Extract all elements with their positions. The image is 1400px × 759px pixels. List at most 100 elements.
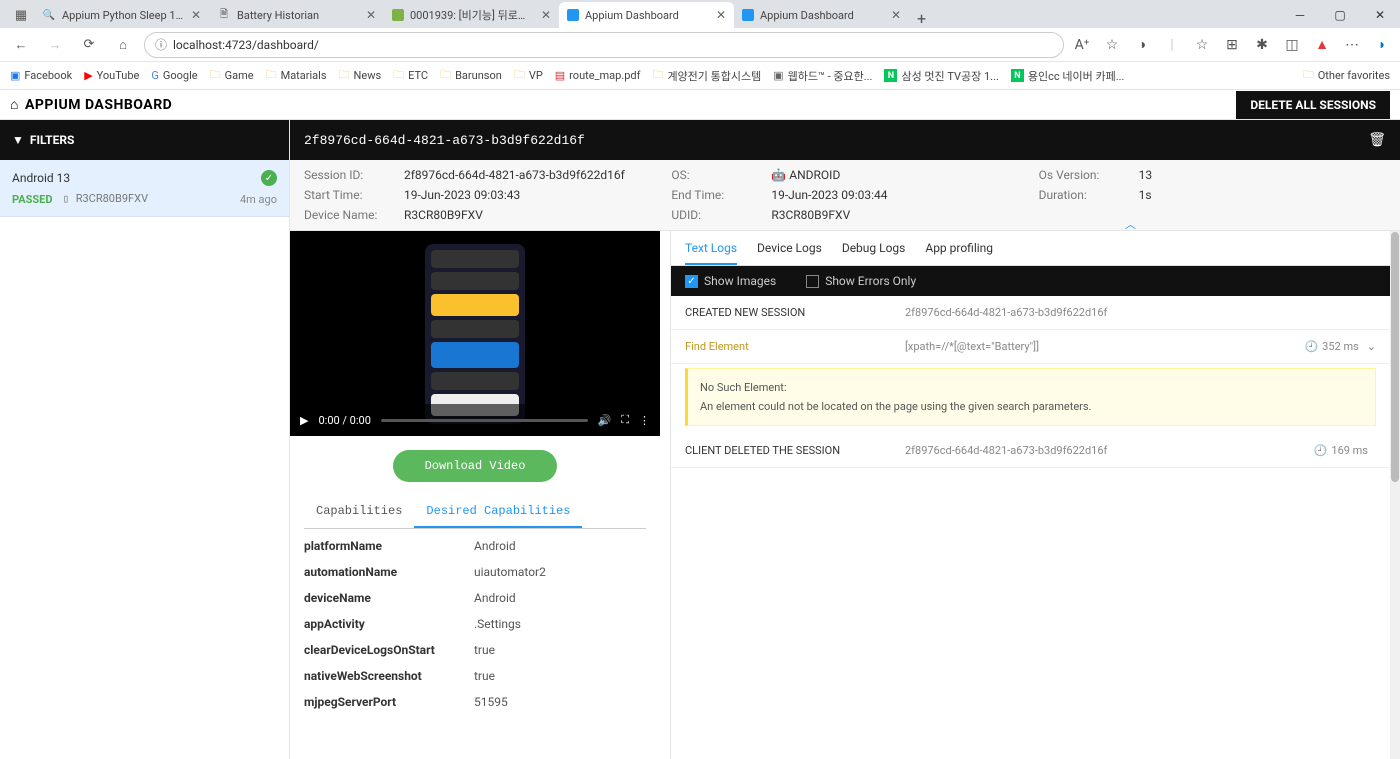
main-content: 2f8976cd-664d-4821-a673-b3d9f622d16f 🗑 S… xyxy=(290,120,1400,759)
tab-text-logs[interactable]: Text Logs xyxy=(685,241,737,265)
volume-icon[interactable]: 🔊 xyxy=(598,414,612,427)
bookmark-11[interactable]: ▣웹하드™ - 중요한... xyxy=(773,68,872,84)
close-icon[interactable]: ✕ xyxy=(541,8,551,22)
download-video-button[interactable]: Download Video xyxy=(393,450,558,482)
flame-icon[interactable]: ▲ xyxy=(1312,35,1332,55)
tab-title: Appium Dashboard xyxy=(760,9,885,22)
bookmarks-bar: ▣Facebook ▶YouTube GGoogle 🗀Game 🗀Matari… xyxy=(0,62,1400,90)
bookmark-10[interactable]: 🗀계양전기 통합시스템 xyxy=(652,66,761,85)
tab-capabilities[interactable]: Capabilities xyxy=(304,496,414,528)
app-header: ⌂APPIUM DASHBOARD DELETE ALL SESSIONS xyxy=(0,90,1400,120)
collections-icon[interactable]: ⊞ xyxy=(1222,35,1242,55)
time-ago: 4m ago xyxy=(240,193,277,206)
filter-icon: ▼ xyxy=(12,133,24,147)
refresh-button[interactable]: ⟳ xyxy=(76,32,102,58)
bookmark-barunson[interactable]: 🗀Barunson xyxy=(440,66,502,85)
session-list-item[interactable]: Android 13 ✓ PASSED ▯ R3CR80B9FXV 4m ago xyxy=(0,160,289,217)
bookmark-12[interactable]: N삼성 멋진 TV공장 1... xyxy=(884,68,998,84)
video-player[interactable]: ▶ 0:00 / 0:00 🔊 ⛶ ⋮ xyxy=(290,231,660,436)
tab-4[interactable]: Appium Dashboard ✕ xyxy=(734,2,909,28)
minimize-button[interactable]: ─ xyxy=(1280,2,1320,28)
tab-app-profiling[interactable]: App profiling xyxy=(925,241,993,265)
session-id-title: 2f8976cd-664d-4821-a673-b3d9f622d16f xyxy=(304,133,585,148)
log-entry[interactable]: CREATED NEW SESSION 2f8976cd-664d-4821-a… xyxy=(671,296,1390,330)
more-icon[interactable]: ⋯ xyxy=(1342,35,1362,55)
app-title[interactable]: ⌂APPIUM DASHBOARD xyxy=(10,96,172,113)
copilot-icon[interactable]: ◗ xyxy=(1372,35,1392,55)
close-icon[interactable]: ✕ xyxy=(191,8,201,22)
favorite-icon[interactable]: ☆ xyxy=(1102,35,1122,55)
left-pane: ▶ 0:00 / 0:00 🔊 ⛶ ⋮ Download Video Capab… xyxy=(290,231,660,759)
show-images-checkbox[interactable]: ✓Show Images xyxy=(685,274,776,288)
new-tab-button[interactable]: + xyxy=(909,9,934,28)
delete-all-sessions-button[interactable]: DELETE ALL SESSIONS xyxy=(1236,91,1390,119)
video-time: 0:00 / 0:00 xyxy=(318,414,370,427)
chevron-down-icon[interactable]: ⌄ xyxy=(1367,340,1376,353)
log-entry[interactable]: CLIENT DELETED THE SESSION 2f8976cd-664d… xyxy=(671,434,1390,468)
tab-device-logs[interactable]: Device Logs xyxy=(757,241,822,265)
log-entry[interactable]: Find Element [xpath=//*[@text="Battery"]… xyxy=(671,330,1390,364)
bookmark-vp[interactable]: 🗀VP xyxy=(514,66,543,85)
tab-title: Appium Dashboard xyxy=(585,9,710,22)
other-favorites[interactable]: 🗀Other favorites xyxy=(1303,66,1390,85)
tab-0[interactable]: 🔍 Appium Python Sleep 10m ✕ xyxy=(34,2,209,28)
read-aloud-icon[interactable]: A⁺ xyxy=(1072,35,1092,55)
collapse-icon[interactable]: ︿ xyxy=(1125,216,1136,232)
sidebar: ▼FILTERS Android 13 ✓ PASSED ▯ R3CR80B9F… xyxy=(0,120,290,759)
bookmark-etc[interactable]: 🗀ETC xyxy=(393,66,428,85)
window-controls: ─ ▢ ✕ xyxy=(1280,2,1400,28)
tab-icon: 🔍 xyxy=(42,8,56,22)
trash-icon[interactable]: 🗑 xyxy=(1368,132,1386,148)
home-button[interactable]: ⌂ xyxy=(110,32,136,58)
bookmark-pdf[interactable]: ▤route_map.pdf xyxy=(555,69,641,82)
tab-desired-capabilities[interactable]: Desired Capabilities xyxy=(414,496,582,528)
url-input[interactable]: ⓘlocalhost:4723/dashboard/ xyxy=(144,32,1064,58)
tab-icon: 🗎 xyxy=(217,8,231,22)
phone-mockup xyxy=(425,244,525,424)
bookmark-13[interactable]: N용인cc 네이버 카페... xyxy=(1011,68,1125,84)
device-name-small: ▯ R3CR80B9FXV xyxy=(62,192,148,206)
bookmark-game[interactable]: 🗀Game xyxy=(210,66,254,85)
extensions-icon[interactable]: ✱ xyxy=(1252,35,1272,55)
tab-list-icon[interactable]: ▦ xyxy=(8,2,34,28)
bookmark-youtube[interactable]: ▶YouTube xyxy=(84,69,139,82)
tab-debug-logs[interactable]: Debug Logs xyxy=(842,241,906,265)
close-icon[interactable]: ✕ xyxy=(891,8,901,22)
tab-2[interactable]: 0001939: [비기능] 뒤로가기 버튼 ✕ xyxy=(384,2,559,28)
tab-title: Battery Historian xyxy=(237,9,360,22)
android-icon: 🤖 xyxy=(771,168,786,182)
clock-icon: 🕘 xyxy=(1304,340,1318,353)
clock-icon: 🕘 xyxy=(1314,444,1328,457)
scrollbar[interactable] xyxy=(1390,231,1400,759)
log-list: CREATED NEW SESSION 2f8976cd-664d-4821-a… xyxy=(671,296,1390,759)
filters-header[interactable]: ▼FILTERS xyxy=(0,120,289,160)
play-icon[interactable]: ▶ xyxy=(300,414,308,427)
fullscreen-icon[interactable]: ⛶ xyxy=(621,413,629,427)
bookmark-materials[interactable]: 🗀Matarials xyxy=(266,66,327,85)
session-name: Android 13 xyxy=(12,171,70,185)
tab-3[interactable]: Appium Dashboard ✕ xyxy=(559,2,734,28)
close-window-button[interactable]: ✕ xyxy=(1360,2,1400,28)
error-detail-box: No Such Element: An element could not be… xyxy=(685,368,1376,426)
close-icon[interactable]: ✕ xyxy=(366,8,376,22)
video-timeline[interactable] xyxy=(381,419,588,422)
maximize-button[interactable]: ▢ xyxy=(1320,2,1360,28)
tab-title: 0001939: [비기능] 뒤로가기 버튼 xyxy=(410,7,535,23)
more-icon[interactable]: ⋮ xyxy=(639,414,650,427)
extension-icon[interactable]: ◫ xyxy=(1282,35,1302,55)
forward-button: → xyxy=(42,32,68,58)
log-tabs: Text Logs Device Logs Debug Logs App pro… xyxy=(671,231,1400,266)
home-icon: ⌂ xyxy=(10,96,19,113)
tab-title: Appium Python Sleep 10m xyxy=(62,9,185,22)
info-icon: ⓘ xyxy=(155,36,167,53)
tab-1[interactable]: 🗎 Battery Historian ✕ xyxy=(209,2,384,28)
sync-icon[interactable]: ◑ xyxy=(1132,35,1152,55)
bookmark-news[interactable]: 🗀News xyxy=(339,66,382,85)
bookmark-google[interactable]: GGoogle xyxy=(151,69,197,82)
session-header: 2f8976cd-664d-4821-a673-b3d9f622d16f 🗑 xyxy=(290,120,1400,160)
favorites-bar-icon[interactable]: ☆ xyxy=(1192,35,1212,55)
show-errors-checkbox[interactable]: Show Errors Only xyxy=(806,274,916,288)
back-button[interactable]: ← xyxy=(8,32,34,58)
close-icon[interactable]: ✕ xyxy=(716,8,726,22)
bookmark-facebook[interactable]: ▣Facebook xyxy=(10,69,72,82)
